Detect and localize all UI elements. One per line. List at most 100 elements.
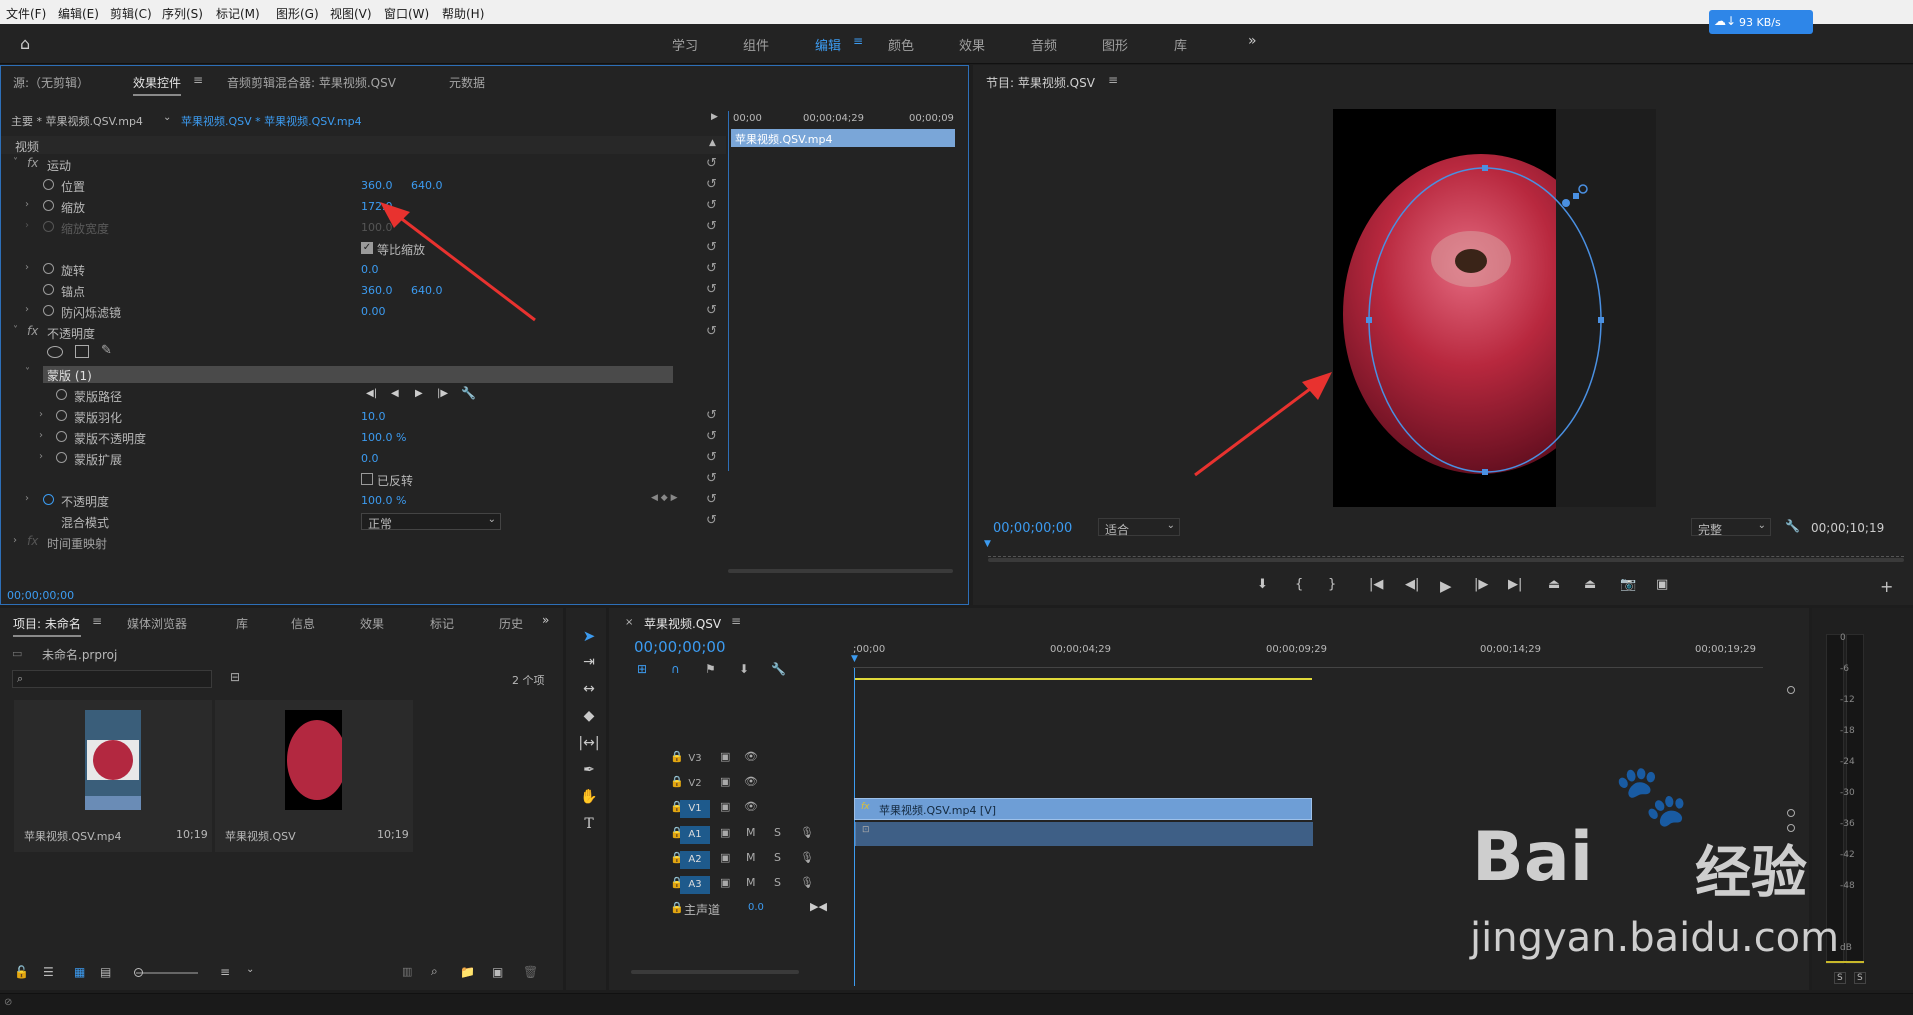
hand-tool-icon[interactable]: ✋ — [578, 789, 600, 811]
timeline-timecode[interactable]: 00;00;00;00 — [634, 638, 726, 656]
freeform-view-icon[interactable]: ▤ — [100, 965, 111, 979]
mute-button[interactable]: M — [746, 826, 756, 839]
automate-icon[interactable]: ▥ — [402, 965, 412, 978]
stopwatch-icon[interactable] — [43, 305, 54, 316]
rect-mask-icon[interactable] — [75, 345, 89, 358]
stopwatch-icon[interactable] — [56, 431, 67, 442]
effects-timecode[interactable]: 00;00;00;00 — [7, 589, 74, 602]
program-zoom-bar[interactable] — [988, 558, 1904, 562]
solo-left-button[interactable]: S — [1834, 972, 1846, 984]
ellipse-mask-icon[interactable] — [47, 346, 63, 358]
fx-icon[interactable]: fx — [27, 324, 38, 338]
sync-lock-icon[interactable]: ▣ — [720, 826, 730, 839]
new-item-icon[interactable]: ▣ — [492, 965, 503, 979]
uniform-scale-checkbox[interactable]: ✓ — [361, 242, 373, 254]
track-prev-icon[interactable]: ◀ — [391, 388, 399, 399]
reset-icon[interactable]: ↺ — [706, 408, 717, 423]
chevron-right-icon[interactable]: › — [39, 430, 43, 441]
menu-marker[interactable]: 标记(M) — [216, 5, 260, 22]
reset-icon[interactable]: ↺ — [706, 282, 717, 297]
tab-markers[interactable]: 标记 — [430, 615, 454, 632]
mask-expand-value[interactable]: 0.0 — [361, 452, 379, 465]
ripple-edit-tool-icon[interactable]: ↔ — [578, 681, 600, 703]
menu-edit[interactable]: 编辑(E) — [58, 5, 99, 22]
list-view-icon[interactable]: ☰ — [43, 965, 54, 979]
mask-feather-value[interactable]: 10.0 — [361, 410, 386, 423]
sequence-clip-label[interactable]: 苹果视频.QSV * 苹果视频.QSV.mp4 — [181, 113, 362, 129]
go-to-in-icon[interactable]: |◀ — [1369, 577, 1383, 592]
master-volume-value[interactable]: 0.0 — [748, 902, 764, 913]
mask-highlight[interactable] — [43, 366, 673, 383]
lock-icon[interactable]: 🔓 — [14, 965, 29, 979]
tab-media-browser[interactable]: 媒体浏览器 — [127, 615, 187, 632]
step-forward-icon[interactable]: |▶ — [1474, 577, 1488, 592]
panel-menu-icon[interactable]: ≡ — [1108, 73, 1118, 87]
panel-menu-icon[interactable]: ≡ — [193, 73, 203, 87]
panel-menu-icon[interactable]: ≡ — [92, 614, 102, 628]
type-tool-icon[interactable]: T — [578, 816, 600, 838]
reset-icon[interactable]: ↺ — [706, 324, 717, 339]
home-icon[interactable]: ⌂ — [20, 34, 30, 53]
tab-libraries-panel[interactable]: 库 — [236, 615, 248, 632]
track-backward-icon[interactable]: ◀| — [366, 388, 377, 399]
extract-icon[interactable]: ⏏ — [1584, 577, 1596, 592]
zoom-slider-handle[interactable] — [134, 968, 143, 977]
reset-icon[interactable]: ↺ — [706, 429, 717, 444]
snap-icon[interactable]: ∩ — [671, 662, 680, 676]
quality-select[interactable]: 完整 ⌄ — [1691, 518, 1771, 537]
mini-clip-bar[interactable]: 苹果视频.QSV.mp4 — [731, 129, 955, 147]
mute-button[interactable]: M — [746, 876, 756, 889]
go-to-end-icon[interactable]: ▶◀ — [810, 900, 827, 913]
menu-help[interactable]: 帮助(H) — [442, 5, 484, 22]
chevron-right-icon[interactable]: › — [39, 451, 43, 462]
wrench-icon[interactable]: 🔧 — [1785, 519, 1800, 533]
chevron-down-icon[interactable]: ˅ — [25, 367, 30, 378]
tab-project[interactable]: 项目: 未命名 — [13, 615, 81, 637]
tab-effects[interactable]: 效果 — [959, 35, 985, 54]
track-name[interactable]: A3 — [680, 876, 710, 894]
reset-icon[interactable]: ↺ — [706, 303, 717, 318]
project-item-card[interactable]: 苹果视频.QSV 10;19 — [215, 700, 413, 852]
play-icon[interactable]: ▶ — [1440, 577, 1452, 595]
chevron-right-icon[interactable]: › — [25, 199, 29, 210]
reset-icon[interactable]: ↺ — [706, 513, 717, 528]
blend-select[interactable]: 正常 ⌄ — [361, 513, 501, 531]
eye-icon[interactable]: 👁 — [744, 750, 758, 763]
track-next-icon[interactable]: ▶ — [415, 388, 423, 399]
stopwatch-icon[interactable] — [43, 263, 54, 274]
microphone-icon[interactable]: 🎙 — [800, 826, 814, 839]
timeline-scrollbar[interactable] — [631, 970, 799, 974]
reset-icon[interactable]: ↺ — [706, 240, 717, 255]
reset-icon[interactable]: ↺ — [706, 156, 717, 171]
nest-icon[interactable]: ⊞ — [637, 662, 647, 676]
fx-icon[interactable]: fx — [27, 156, 38, 170]
tab-info[interactable]: 信息 — [291, 615, 315, 632]
sync-lock-icon[interactable]: ▣ — [720, 876, 730, 889]
step-back-icon[interactable]: ◀| — [1405, 577, 1419, 592]
mini-timeline[interactable]: 00;00 00;00;04;29 00;00;09 苹果视频.QSV.mp4 — [728, 111, 963, 471]
tab-effect-controls[interactable]: 效果控件 — [133, 74, 182, 96]
stopwatch-icon[interactable] — [56, 410, 67, 421]
razor-tool-icon[interactable]: ◆ — [578, 708, 600, 730]
more-tabs-icon[interactable]: » — [542, 613, 549, 627]
position-y-value[interactable]: 640.0 — [411, 179, 443, 192]
tab-learn[interactable]: 学习 — [672, 35, 698, 54]
camera-icon[interactable]: 📷 — [1620, 577, 1636, 592]
opacity-value[interactable]: 100.0 % — [361, 494, 406, 507]
new-bin-from-search-icon[interactable]: ⊟ — [230, 670, 240, 684]
tab-source[interactable]: 源:（无剪辑） — [13, 74, 89, 91]
track-select-tool-icon[interactable]: ⇥ — [578, 654, 600, 676]
chevron-right-icon[interactable]: › — [25, 304, 29, 315]
menu-clip[interactable]: 剪辑(C) — [110, 5, 152, 22]
tab-color[interactable]: 颜色 — [888, 35, 914, 54]
marker-icon[interactable]: ⬇ — [739, 662, 749, 676]
microphone-icon[interactable]: 🎙 — [800, 851, 814, 864]
menu-sequence[interactable]: 序列(S) — [162, 5, 203, 22]
selection-tool-icon[interactable]: ➤ — [578, 627, 600, 649]
reset-icon[interactable]: ↺ — [706, 492, 717, 507]
chevron-down-icon[interactable]: ˅ — [13, 157, 18, 168]
mark-out-icon[interactable]: } — [1328, 577, 1336, 592]
wrench-icon[interactable]: 🔧 — [461, 386, 476, 400]
chevron-down-icon[interactable]: ˅ — [13, 325, 18, 336]
inverted-checkbox[interactable] — [361, 473, 373, 485]
